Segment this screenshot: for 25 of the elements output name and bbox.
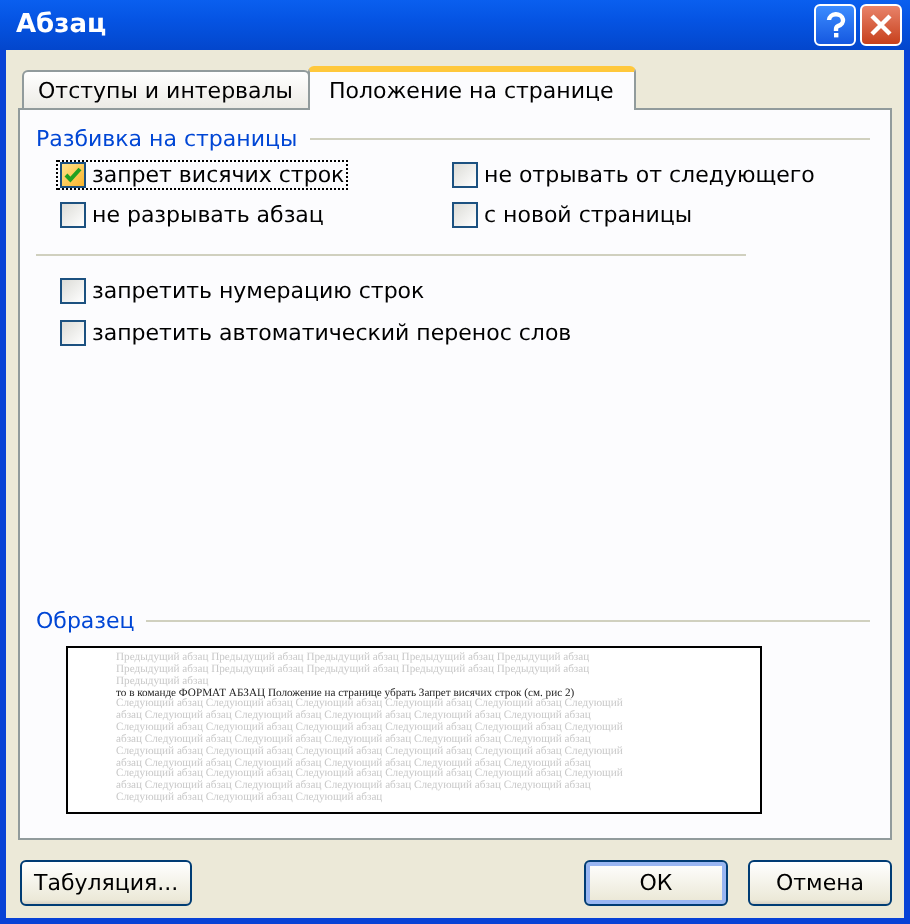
checkbox[interactable] <box>452 162 478 188</box>
checkbox-option[interactable]: запретить автоматический перенос слов <box>56 318 870 348</box>
group-title: Образец <box>36 608 135 634</box>
close-button[interactable] <box>860 4 902 46</box>
checkbox-option[interactable]: запретить нумерацию строк <box>56 276 870 306</box>
dialog-button[interactable]: Табуляция... <box>20 860 193 906</box>
checkbox-option[interactable]: с новой страницы <box>448 200 697 230</box>
checkmark-icon <box>64 166 82 184</box>
tab[interactable]: Положение на странице <box>307 66 636 110</box>
checkbox[interactable] <box>60 202 86 228</box>
window-title: Абзац <box>16 10 109 40</box>
checkbox[interactable] <box>60 320 86 346</box>
group-title: Разбивка на страницы <box>36 126 298 152</box>
dialog-button[interactable]: ОК <box>584 860 728 906</box>
dialog-button[interactable]: Отмена <box>748 860 892 906</box>
help-button[interactable] <box>814 4 856 46</box>
checkbox-option[interactable]: запрет висячих строк <box>56 160 349 190</box>
question-mark-icon <box>825 12 845 38</box>
tab[interactable]: Отступы и интервалы <box>22 70 309 108</box>
checkbox[interactable] <box>60 278 86 304</box>
checkbox[interactable] <box>60 162 86 188</box>
checkbox-option[interactable]: не отрывать от следующего <box>448 160 819 190</box>
checkbox[interactable] <box>452 202 478 228</box>
close-icon <box>870 14 892 36</box>
checkbox-option[interactable]: не разрывать абзац <box>56 200 328 230</box>
